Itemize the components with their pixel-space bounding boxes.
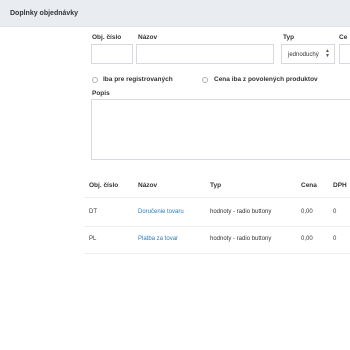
panel-header: Doplnky objednávky bbox=[0, 0, 350, 27]
row-1-typ: hodnoty - radio buttony bbox=[210, 209, 272, 215]
col-header-dph: DPH bbox=[333, 182, 347, 189]
row-2-cena: 0,00 bbox=[301, 236, 313, 242]
typ-label: Typ bbox=[283, 34, 295, 41]
col-header-nazov: Názov bbox=[138, 182, 158, 189]
row-1-nazov-link[interactable]: Doručenie tovaru bbox=[138, 209, 184, 215]
obj-cislo-label: Obj. číslo bbox=[92, 34, 122, 41]
nazov-input[interactable] bbox=[136, 44, 274, 64]
table-divider bbox=[84, 197, 350, 198]
row-1-cena: 0,00 bbox=[301, 209, 313, 215]
row-1-dph: 0 bbox=[333, 209, 337, 215]
table-row-divider bbox=[84, 226, 350, 227]
typ-select-value: jednoduchý bbox=[288, 52, 319, 58]
select-arrows-icon: ▲ ▼ bbox=[325, 48, 330, 59]
popis-label: Popis bbox=[92, 90, 110, 97]
cena-input[interactable] bbox=[339, 44, 350, 64]
col-header-obj-cislo: Obj. číslo bbox=[89, 182, 119, 189]
nazov-label: Názov bbox=[138, 34, 158, 41]
row-1-obj-cislo: DT bbox=[89, 209, 97, 215]
col-header-cena: Cena bbox=[301, 182, 317, 189]
registered-only-checkbox[interactable] bbox=[92, 77, 98, 83]
typ-select[interactable]: jednoduchý ▲ ▼ bbox=[281, 44, 335, 64]
row-2-obj-cislo: PL bbox=[89, 236, 97, 242]
price-allowed-label: Cena iba z povolených produktov bbox=[214, 76, 318, 83]
row-2-dph: 0 bbox=[333, 236, 337, 242]
registered-only-label: Iba pre registrovaných bbox=[103, 76, 173, 83]
panel-title: Doplnky objednávky bbox=[10, 10, 79, 17]
col-header-typ: Typ bbox=[210, 182, 222, 189]
table-row-divider bbox=[84, 253, 350, 254]
popis-textarea[interactable] bbox=[91, 99, 350, 160]
row-2-typ: hodnoty - radio buttony bbox=[210, 236, 272, 242]
obj-cislo-input[interactable] bbox=[91, 44, 133, 64]
cena-label: Ce bbox=[339, 34, 348, 41]
price-allowed-checkbox[interactable] bbox=[202, 77, 208, 83]
row-2-nazov-link[interactable]: Platba za tovar bbox=[138, 236, 178, 242]
